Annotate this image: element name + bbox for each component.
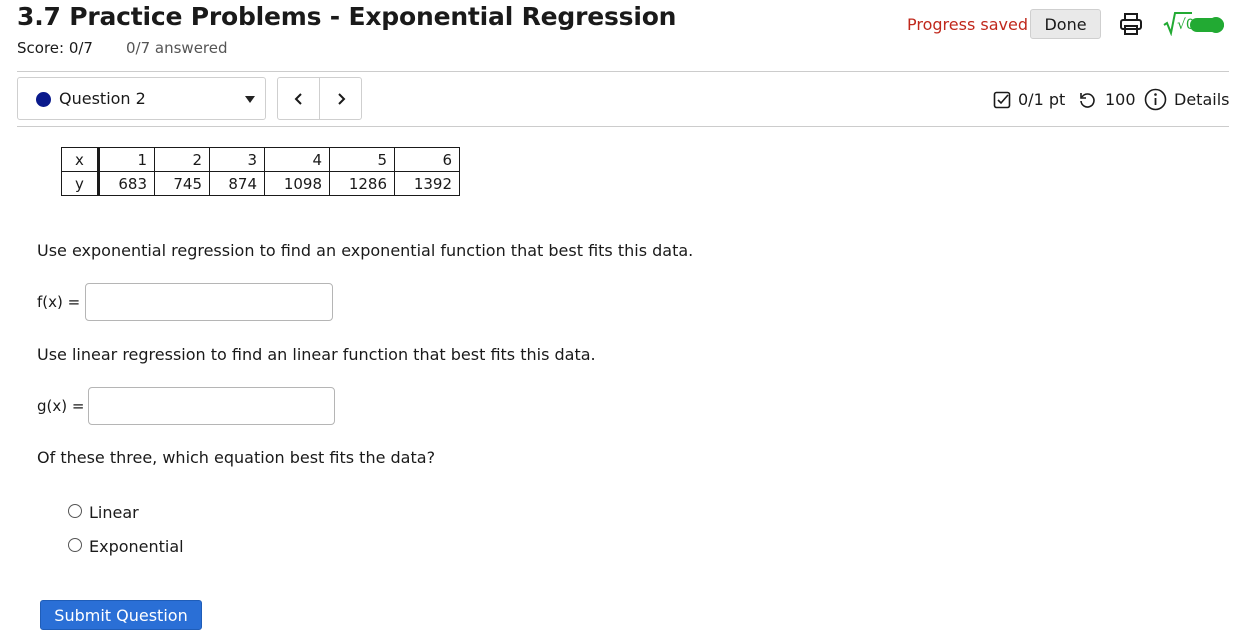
page-title: 3.7 Practice Problems - Exponential Regr… bbox=[17, 2, 677, 31]
exponential-prompt: Use exponential regression to find an ex… bbox=[37, 241, 694, 260]
f-label: f(x) = bbox=[37, 293, 81, 311]
chevron-right-icon bbox=[337, 92, 345, 105]
done-button[interactable]: Done bbox=[1030, 9, 1101, 39]
table-header-y: y bbox=[61, 171, 100, 196]
progress-saved-status: Progress saved bbox=[907, 15, 1028, 34]
math-entry-toggle[interactable]: √0 bbox=[1163, 10, 1195, 37]
details-link[interactable]: Details bbox=[1174, 90, 1229, 109]
table-cell: 5 bbox=[329, 147, 395, 172]
score-text: Score: 0/7 bbox=[17, 39, 93, 57]
question-selector-label: Question 2 bbox=[59, 89, 146, 108]
linear-prompt: Use linear regression to find an linear … bbox=[37, 345, 596, 364]
print-icon[interactable] bbox=[1119, 12, 1143, 36]
best-fit-prompt: Of these three, which equation best fits… bbox=[37, 448, 436, 467]
points-text: 0/1 pt bbox=[1018, 90, 1066, 109]
table-row-y: y 683 745 874 1098 1286 1392 bbox=[61, 171, 460, 196]
table-cell: 683 bbox=[98, 171, 155, 196]
math-toggle-switch[interactable] bbox=[1190, 16, 1226, 34]
retry-icon bbox=[1078, 91, 1096, 113]
next-question-button[interactable] bbox=[320, 78, 361, 119]
answered-count: 0/7 answered bbox=[126, 39, 228, 57]
question-nav bbox=[277, 77, 362, 120]
table-cell: 6 bbox=[394, 147, 460, 172]
table-cell: 3 bbox=[209, 147, 265, 172]
radio-button[interactable] bbox=[68, 504, 82, 518]
radio-label-linear: Linear bbox=[89, 503, 139, 522]
caret-down-icon bbox=[245, 96, 255, 103]
table-cell: 1392 bbox=[394, 171, 460, 196]
g-answer-input[interactable] bbox=[88, 387, 335, 425]
question-status-dot bbox=[36, 92, 51, 107]
table-cell: 1098 bbox=[264, 171, 330, 196]
table-cell: 745 bbox=[154, 171, 210, 196]
attempts-text: 100 bbox=[1105, 90, 1136, 109]
previous-question-button[interactable] bbox=[278, 78, 319, 119]
table-row-x: x 1 2 3 4 5 6 bbox=[61, 147, 460, 172]
table-cell: 874 bbox=[209, 171, 265, 196]
table-cell: 1286 bbox=[329, 171, 395, 196]
table-cell: 4 bbox=[264, 147, 330, 172]
table-cell: 1 bbox=[98, 147, 155, 172]
radio-button[interactable] bbox=[68, 538, 82, 552]
checkbox-score-icon bbox=[993, 91, 1011, 113]
question-bar-divider bbox=[17, 126, 1229, 127]
radio-label-exponential: Exponential bbox=[89, 537, 184, 556]
g-label: g(x) = bbox=[37, 397, 85, 415]
f-answer-input[interactable] bbox=[85, 283, 333, 321]
submit-question-button[interactable]: Submit Question bbox=[40, 600, 202, 630]
chevron-left-icon bbox=[294, 92, 302, 105]
question-selector[interactable]: Question 2 bbox=[17, 77, 266, 120]
table-header-x: x bbox=[61, 147, 100, 172]
data-table: x 1 2 3 4 5 6 y 683 745 874 1098 1286 13… bbox=[61, 147, 460, 196]
info-icon[interactable] bbox=[1144, 88, 1167, 115]
header-divider bbox=[17, 71, 1229, 72]
table-cell: 2 bbox=[154, 147, 210, 172]
